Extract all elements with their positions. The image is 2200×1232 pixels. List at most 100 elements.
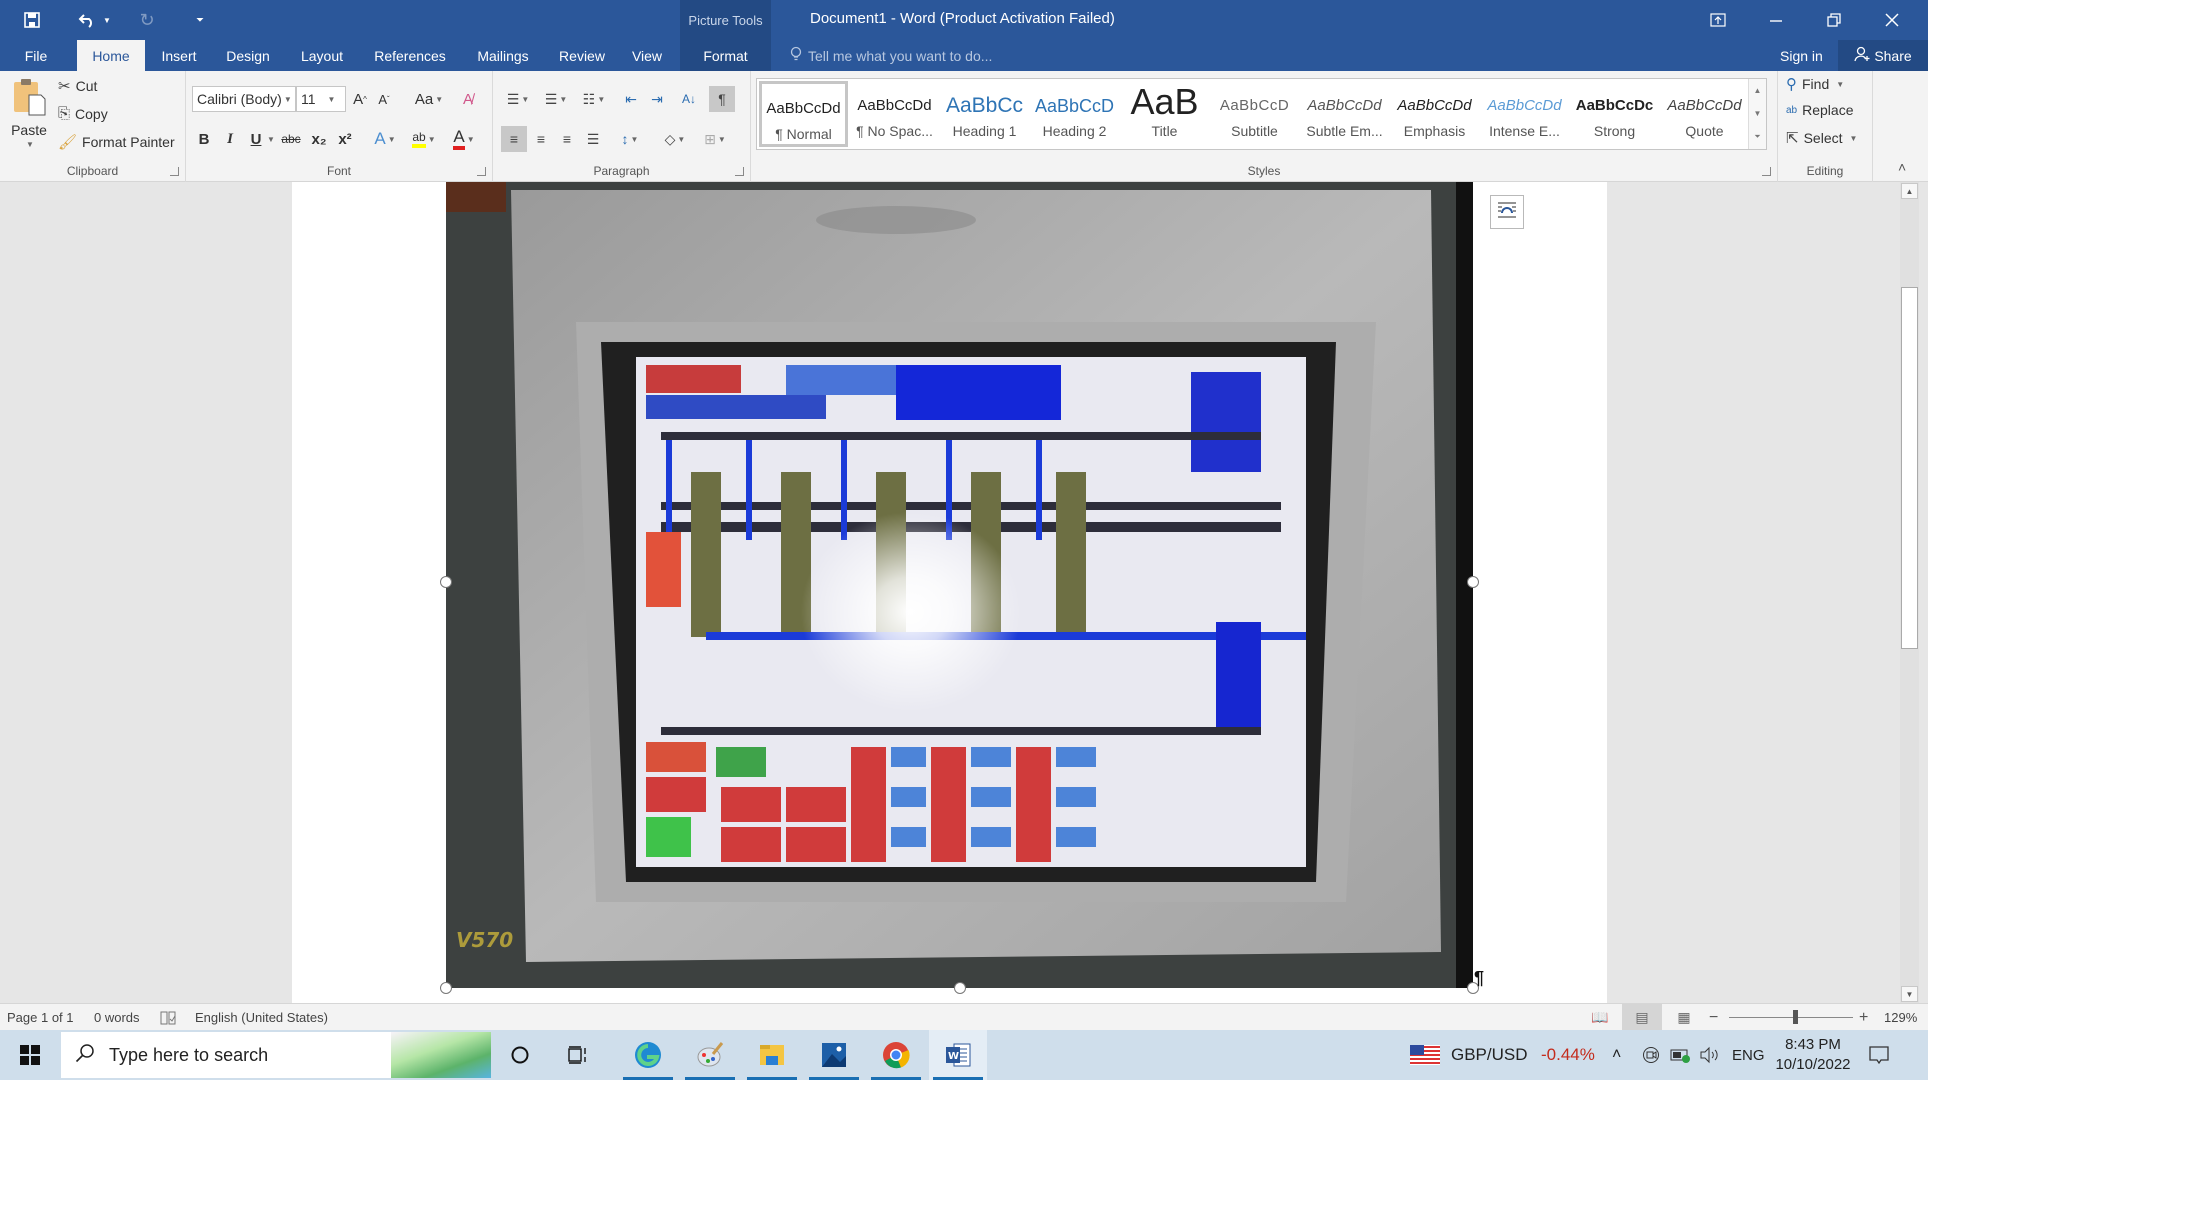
styles-dialog-launcher[interactable] <box>1762 167 1771 176</box>
scroll-down-icon[interactable]: ▼ <box>1901 986 1918 1002</box>
replace-button[interactable]: ab Replace <box>1786 102 1854 118</box>
select-button[interactable]: ⇱ Select ▼ <box>1786 129 1857 147</box>
paste-dropdown-icon[interactable]: ▼ <box>26 140 34 149</box>
resize-handle-right[interactable] <box>1467 576 1479 588</box>
battery-icon[interactable] <box>1670 1030 1692 1080</box>
redo-icon[interactable]: ↻ <box>134 8 160 32</box>
language-status[interactable]: English (United States) <box>195 1004 328 1031</box>
shading-icon[interactable]: ◇ ▼ <box>657 126 693 152</box>
file-explorer-icon[interactable] <box>743 1030 801 1080</box>
scrollbar-thumb[interactable] <box>1901 287 1918 649</box>
tab-format[interactable]: Format <box>680 40 771 71</box>
style-intense-emphasis[interactable]: AaBbCcDd Intense E... <box>1480 81 1569 147</box>
save-icon[interactable] <box>18 8 46 32</box>
gallery-down-icon[interactable]: ▼ <box>1754 109 1762 118</box>
strikethrough-button[interactable]: abc <box>278 126 304 152</box>
zoom-slider[interactable] <box>1729 1017 1853 1018</box>
gallery-more-icon[interactable]: ⏷ <box>1754 132 1760 142</box>
customize-qat-icon[interactable]: ⏷ <box>192 8 208 32</box>
style-subtle-emphasis[interactable]: AaBbCcDd Subtle Em... <box>1300 81 1389 147</box>
layout-options-button[interactable] <box>1490 195 1524 229</box>
font-name-select[interactable]: Calibri (Body) ▼ <box>192 86 296 112</box>
start-button[interactable] <box>0 1030 60 1080</box>
tab-file[interactable]: File <box>10 40 62 71</box>
scroll-up-icon[interactable]: ▲ <box>1901 183 1918 199</box>
align-left-icon[interactable]: ≡ <box>501 126 527 152</box>
word-count[interactable]: 0 words <box>94 1004 140 1031</box>
increase-indent-icon[interactable]: ⇥ <box>645 86 669 112</box>
notifications-icon[interactable] <box>1868 1030 1890 1080</box>
subscript-button[interactable]: x₂ <box>308 126 330 152</box>
clock[interactable]: 8:43 PM 10/10/2022 <box>1768 1035 1858 1075</box>
collapse-ribbon-icon[interactable]: ˄ <box>1898 159 1906 175</box>
zoom-level[interactable]: 129% <box>1884 1004 1917 1031</box>
minimize-icon[interactable] <box>1748 0 1804 40</box>
bold-button[interactable]: B <box>194 126 214 152</box>
ticker-symbol[interactable]: GBP/USD <box>1451 1030 1528 1080</box>
style-subtitle[interactable]: AaBbCcD Subtitle <box>1210 81 1299 147</box>
tab-mailings[interactable]: Mailings <box>466 40 540 71</box>
sort-icon[interactable]: A↓ <box>677 86 701 112</box>
align-right-icon[interactable]: ≡ <box>555 126 579 152</box>
clipboard-dialog-launcher[interactable] <box>170 167 179 176</box>
superscript-button[interactable]: x² <box>334 126 356 152</box>
style-no-spacing[interactable]: AaBbCcDd ¶ No Spac... <box>850 81 939 147</box>
show-formatting-marks-button[interactable]: ¶ <box>709 86 735 112</box>
zoom-in-icon[interactable]: + <box>1859 1004 1868 1031</box>
proofing-icon[interactable] <box>160 1004 176 1031</box>
tab-view[interactable]: View <box>622 40 672 71</box>
read-mode-icon[interactable]: 📖 <box>1580 1004 1620 1031</box>
style-title[interactable]: AaB Title <box>1120 81 1209 147</box>
style-strong[interactable]: AaBbCcDc Strong <box>1570 81 1659 147</box>
volume-icon[interactable] <box>1699 1030 1721 1080</box>
grow-font-icon[interactable]: A ^ <box>350 86 370 112</box>
tab-home[interactable]: Home <box>77 40 145 71</box>
undo-icon[interactable] <box>74 8 100 32</box>
style-quote[interactable]: AaBbCcDd Quote <box>1660 81 1749 147</box>
format-painter-button[interactable]: 🖌 Format Painter <box>58 133 175 151</box>
style-heading-1[interactable]: AaBbCc Heading 1 <box>940 81 1029 147</box>
find-button[interactable]: ⚲ Find ▼ <box>1786 75 1844 93</box>
ticker-change[interactable]: -0.44% <box>1541 1030 1595 1080</box>
web-layout-icon[interactable]: ▦ <box>1664 1004 1704 1031</box>
font-size-select[interactable]: 11 ▼ <box>296 86 346 112</box>
clear-formatting-icon[interactable]: A̸ <box>456 86 480 112</box>
sign-in-link[interactable]: Sign in <box>1780 40 1823 71</box>
align-center-icon[interactable]: ≡ <box>529 126 553 152</box>
style-emphasis[interactable]: AaBbCcDd Emphasis <box>1390 81 1479 147</box>
copy-button[interactable]: ⎘ Copy <box>58 105 108 122</box>
chrome-icon[interactable] <box>867 1030 925 1080</box>
paint-icon[interactable] <box>681 1030 739 1080</box>
close-icon[interactable] <box>1864 0 1920 40</box>
paragraph-dialog-launcher[interactable] <box>735 167 744 176</box>
tell-me-box[interactable]: Tell me what you want to do... <box>790 40 992 71</box>
zoom-slider-thumb[interactable] <box>1793 1010 1799 1024</box>
camera-icon[interactable] <box>1642 1030 1660 1080</box>
underline-button[interactable]: U <box>246 126 266 152</box>
paste-button[interactable]: Paste ▼ <box>8 77 50 149</box>
decrease-indent-icon[interactable]: ⇤ <box>619 86 643 112</box>
resize-handle-bottom-left[interactable] <box>440 982 452 994</box>
restore-icon[interactable] <box>1806 0 1862 40</box>
bullets-icon[interactable]: ☰ ▼ <box>501 86 535 112</box>
underline-dropdown-icon[interactable]: ▼ <box>266 126 276 152</box>
share-button[interactable]: Share <box>1838 40 1928 71</box>
tab-design[interactable]: Design <box>216 40 280 71</box>
vertical-scrollbar[interactable]: ▲ ▼ <box>1900 182 1919 1003</box>
borders-icon[interactable]: ⊞ ▼ <box>697 126 733 152</box>
resize-handle-left[interactable] <box>440 576 452 588</box>
justify-icon[interactable]: ☰ <box>581 126 605 152</box>
font-color-icon[interactable]: A ▼ <box>448 126 480 152</box>
us-flag-icon[interactable] <box>1410 1030 1440 1080</box>
multilevel-list-icon[interactable]: ☷ ▼ <box>577 86 611 112</box>
style-heading-2[interactable]: AaBbCcD Heading 2 <box>1030 81 1119 147</box>
tab-insert[interactable]: Insert <box>150 40 208 71</box>
shrink-font-icon[interactable]: Aˇ <box>374 86 394 112</box>
inserted-picture[interactable]: V570 <box>440 182 1479 994</box>
text-effects-icon[interactable]: A ▼ <box>370 126 400 152</box>
cortana-icon[interactable] <box>491 1030 549 1080</box>
highlight-color-icon[interactable]: ab ▼ <box>408 126 440 152</box>
style-normal[interactable]: AaBbCcDd ¶ Normal <box>759 81 848 147</box>
change-case-button[interactable]: Aa ▼ <box>412 86 446 112</box>
numbering-icon[interactable]: ☰ ▼ <box>539 86 573 112</box>
